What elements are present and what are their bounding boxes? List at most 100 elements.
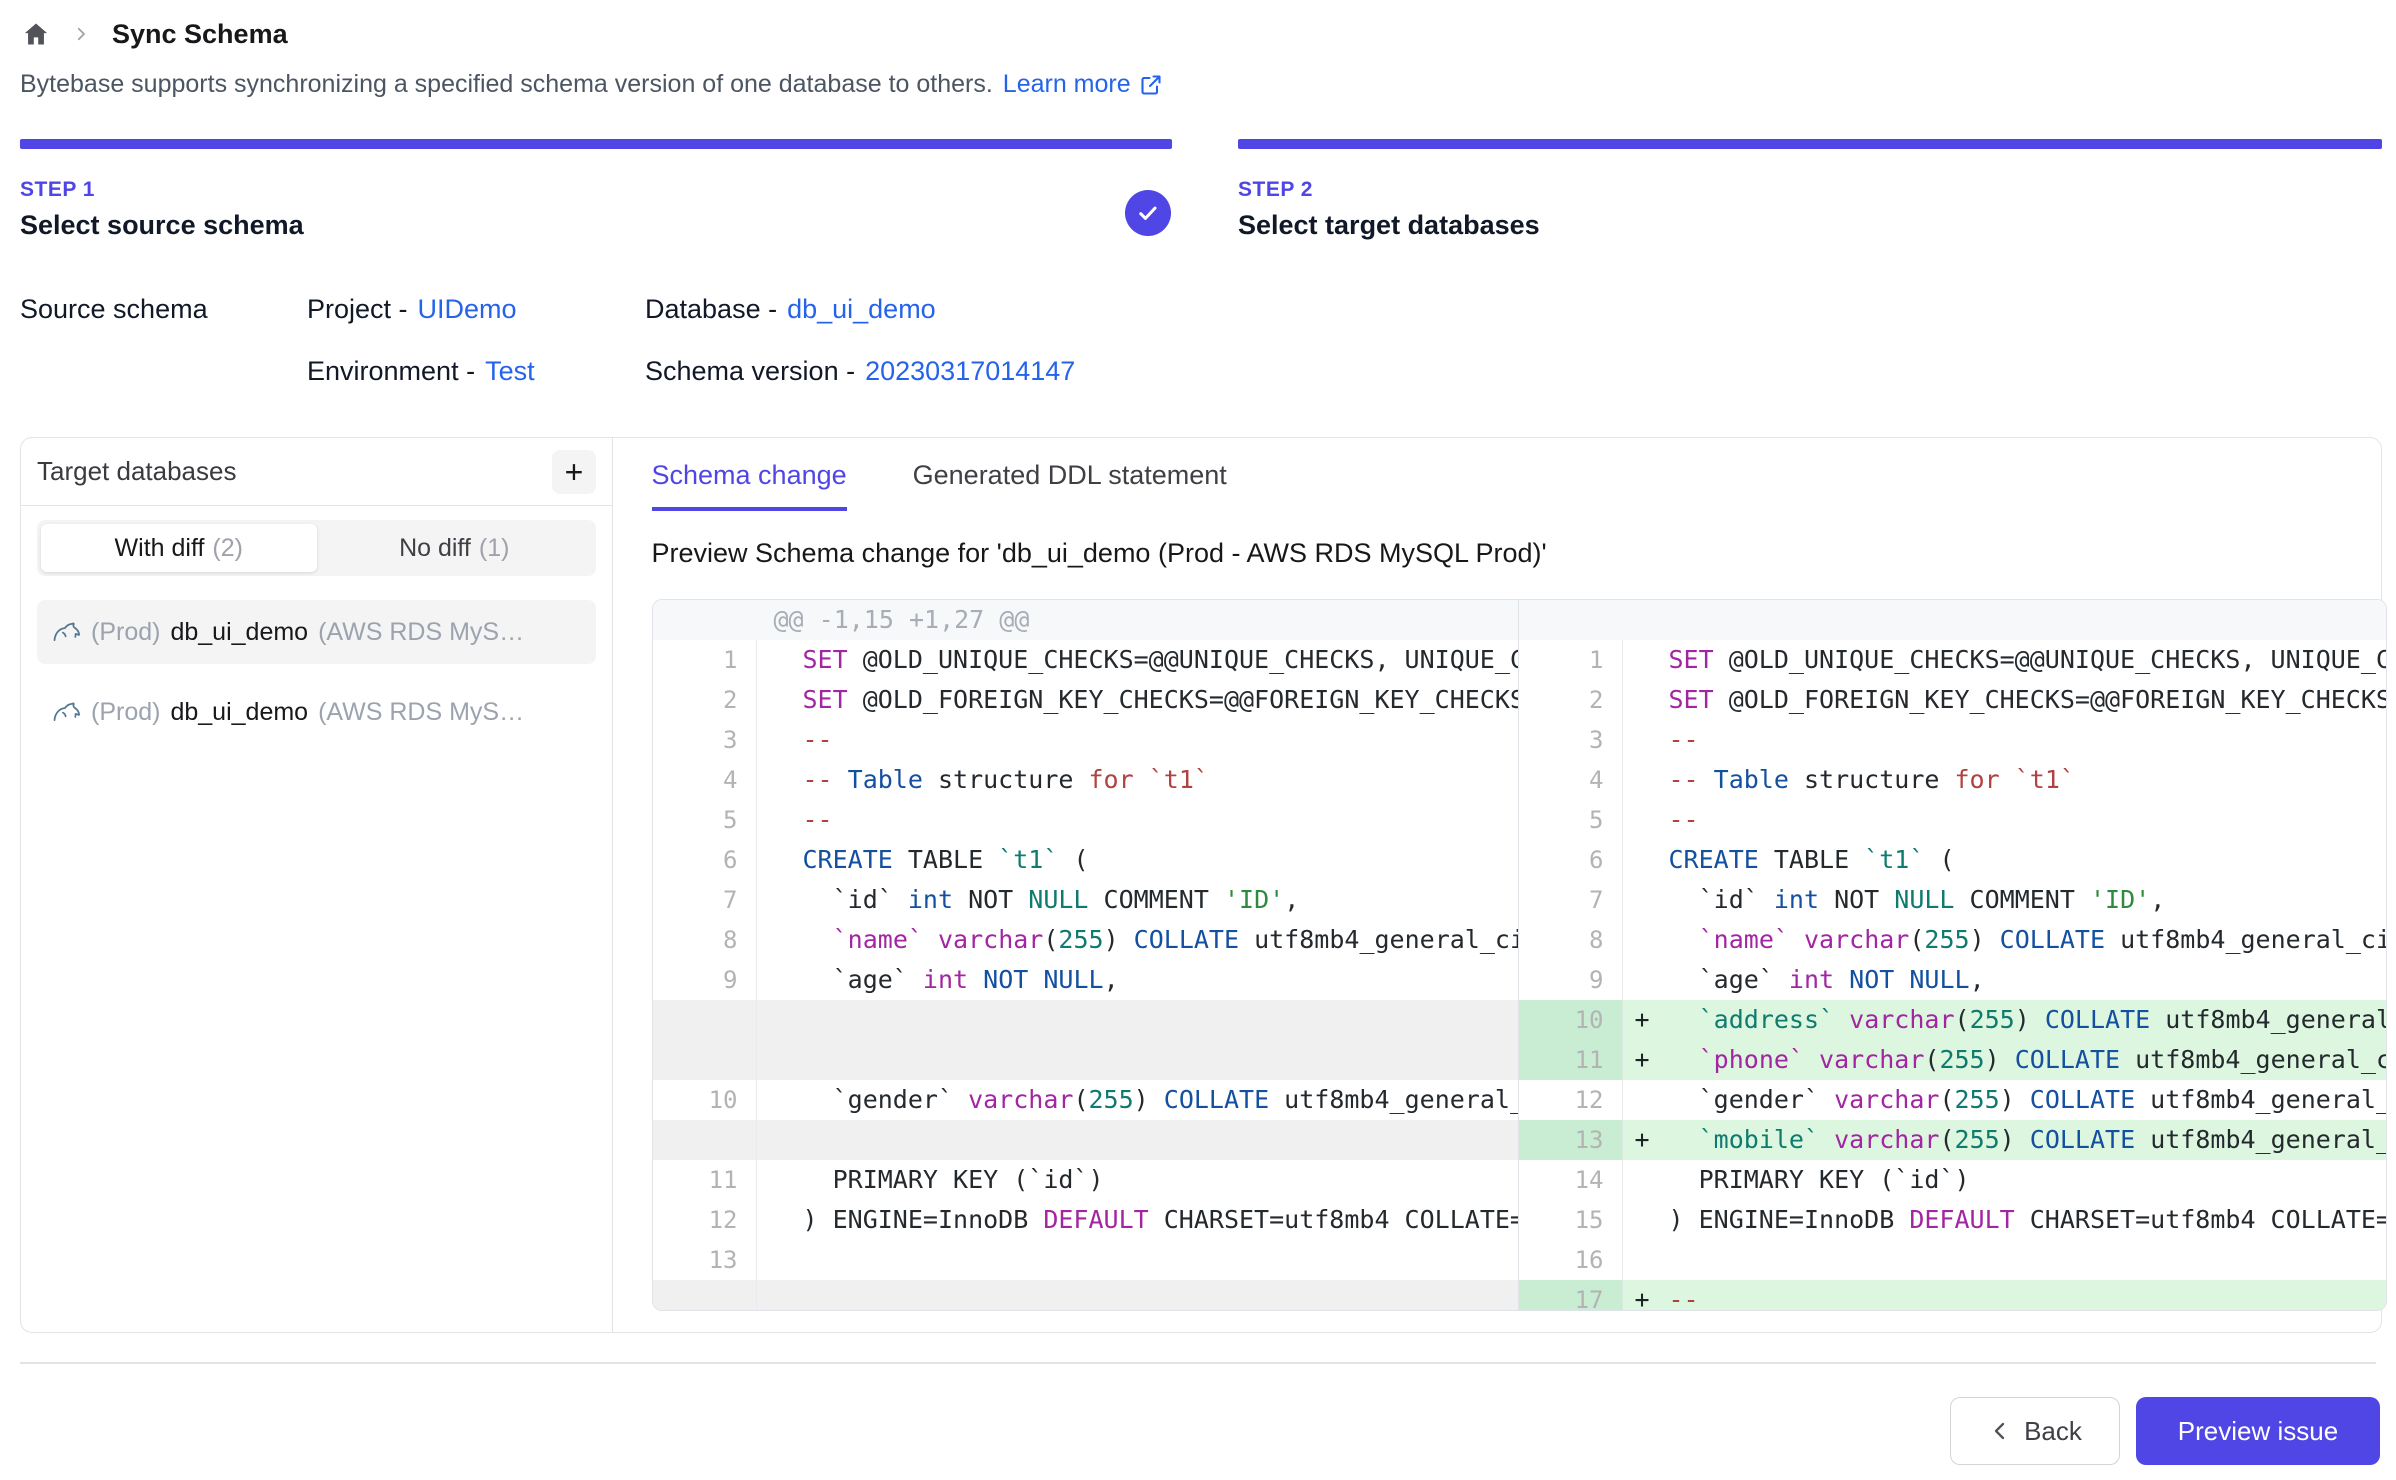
diff-line-number: 1 [653, 640, 757, 680]
diff-change-marker [757, 760, 803, 800]
diff-code-row: 9 `age` int NOT NULL, [1519, 960, 2386, 1000]
diff-code-text: SET @OLD_FOREIGN_KEY_CHECKS=@@FOREIGN_KE… [803, 680, 1518, 720]
diff-pane-source: @@ -1,15 +1,27 @@1 SET @OLD_UNIQUE_CHECKS… [653, 600, 1519, 1310]
target-database-item[interactable]: (Prod)db_ui_demo(AWS RDS MyS… [37, 680, 596, 744]
tab-schema-change[interactable]: Schema change [652, 460, 847, 511]
diff-change-marker [757, 1080, 803, 1120]
diff-line-number: 5 [653, 800, 757, 840]
diff-change-marker [757, 960, 803, 1000]
diff-change-marker [757, 640, 803, 680]
schema-change-content: Schema changeGenerated DDL statement Pre… [615, 438, 2382, 1332]
diff-code-text: SET @OLD_UNIQUE_CHECKS=@@UNIQUE_CHECKS, … [803, 640, 1518, 680]
diff-added-row: 11+ `phone` varchar(255) COLLATE utf8mb4… [1519, 1040, 2386, 1080]
diff-change-marker [757, 1240, 803, 1280]
diff-line-number: 7 [653, 880, 757, 920]
db-name: db_ui_demo [170, 618, 308, 647]
diff-code-row: 9 `age` int NOT NULL, [653, 960, 1518, 1000]
source-field-database: Database - db_ui_demo [645, 294, 936, 325]
diff-change-marker [757, 800, 803, 840]
diff-change-marker [1623, 720, 1669, 760]
source-field-schema-version: Schema version - 20230317014147 [645, 356, 1075, 387]
diff-code-row: 14 PRIMARY KEY (`id`) [1519, 1160, 2386, 1200]
project-link[interactable]: UIDemo [418, 294, 517, 325]
target-databases-title: Target databases [37, 456, 236, 487]
database-link[interactable]: db_ui_demo [787, 294, 936, 325]
diff-code-text: -- Table structure for `t1` [1669, 760, 2386, 800]
diff-gap-row [653, 1280, 1518, 1310]
diff-line-number: 8 [1519, 920, 1623, 960]
step1-progress-bar [20, 139, 1172, 149]
learn-more-link[interactable]: Learn more [1003, 70, 1163, 99]
target-databases-panel: Target databases + With diff(2)No diff(1… [21, 438, 613, 1332]
diff-code-text: PRIMARY KEY (`id`) [1669, 1160, 2386, 1200]
diff-change-marker [1623, 960, 1669, 1000]
diff-code-text: `gender` varchar(255) COLLATE utf8mb4_ge… [1669, 1080, 2386, 1120]
tab-generated-ddl-statement[interactable]: Generated DDL statement [913, 460, 1227, 511]
diff-change-marker [757, 840, 803, 880]
diff-code-row: 1SET @OLD_UNIQUE_CHECKS=@@UNIQUE_CHECKS,… [1519, 640, 2386, 680]
diff-code-row: 5-- [1519, 800, 2386, 840]
home-icon[interactable] [22, 20, 50, 48]
footer-divider [20, 1362, 2376, 1364]
diff-code-row: 6CREATE TABLE `t1` ( [1519, 840, 2386, 880]
step1-label: STEP 1 [20, 178, 304, 202]
diff-line-number: 17 [1519, 1280, 1623, 1310]
target-database-item[interactable]: (Prod)db_ui_demo(AWS RDS MyS… [37, 600, 596, 664]
diff-line-number: 2 [653, 680, 757, 720]
diff-change-marker [1623, 1080, 1669, 1120]
diff-hunk-header: @@ -1,15 +1,27 @@ [653, 600, 1518, 640]
filter-tab-no-diff[interactable]: No diff(1) [317, 524, 593, 572]
diff-code-row: 4-- Table structure for `t1` [653, 760, 1518, 800]
diff-code-row: 3-- [653, 720, 1518, 760]
diff-code-text: `age` int NOT NULL, [1669, 960, 2386, 1000]
diff-added-row: 10+ `address` varchar(255) COLLATE utf8m… [1519, 1000, 2386, 1040]
diff-change-marker: + [1623, 1120, 1669, 1160]
schema-version-link[interactable]: 20230317014147 [865, 356, 1075, 387]
diff-line-number: 1 [1519, 640, 1623, 680]
diff-code-text: `age` int NOT NULL, [803, 960, 1518, 1000]
diff-code-row: 1 SET @OLD_UNIQUE_CHECKS=@@UNIQUE_CHECKS,… [653, 640, 1518, 680]
diff-change-marker [757, 920, 803, 960]
diff-line-number: 15 [1519, 1200, 1623, 1240]
diff-hunk-header [1519, 600, 2386, 640]
diff-line-number: 12 [653, 1200, 757, 1240]
diff-code-text: -- [803, 800, 1518, 840]
diff-change-marker [757, 680, 803, 720]
mysql-dolphin-icon [51, 617, 81, 647]
filter-tab-with-diff[interactable]: With diff(2) [41, 524, 317, 572]
diff-line-number: 10 [1519, 1000, 1623, 1040]
diff-code-text: `phone` varchar(255) COLLATE utf8mb4_gen… [1669, 1040, 2386, 1080]
step2-progress-bar [1238, 139, 2382, 149]
step2-title: Select target databases [1238, 210, 1540, 241]
diff-code-text: -- Table structure for `t1` [803, 760, 1518, 800]
back-button[interactable]: Back [1950, 1397, 2120, 1465]
environment-link[interactable]: Test [485, 356, 535, 387]
diff-line-number: 9 [1519, 960, 1623, 1000]
diff-code-text: `address` varchar(255) COLLATE utf8mb4_g… [1669, 1000, 2386, 1040]
diff-change-marker [1623, 880, 1669, 920]
target-databases-header: Target databases + [21, 438, 612, 506]
diff-code-text: ) ENGINE=InnoDB DEFAULT CHARSET=utf8mb4 … [1669, 1200, 2386, 1240]
schema-diff-view[interactable]: @@ -1,15 +1,27 @@1SET @OLD_UNIQUE_CHECKS… [652, 599, 2387, 1311]
diff-code-row: 7 `id` int NOT NULL COMMENT 'ID', [1519, 880, 2386, 920]
diff-code-row: 12) ENGINE=InnoDB DEFAULT CHARSET=utf8mb… [653, 1200, 1518, 1240]
diff-code-row: 11 PRIMARY KEY (`id`) [653, 1160, 1518, 1200]
diff-code-row: 12 `gender` varchar(255) COLLATE utf8mb4… [1519, 1080, 2386, 1120]
diff-code-text: `name` varchar(255) COLLATE utf8mb4_gene… [1669, 920, 2386, 960]
diff-change-marker [1623, 1240, 1669, 1280]
step2-label: STEP 2 [1238, 178, 1540, 202]
add-target-database-button[interactable]: + [552, 450, 596, 494]
source-field-project: Project - UIDemo [307, 294, 645, 325]
diff-change-marker [1623, 760, 1669, 800]
diff-code-row: 7 `id` int NOT NULL COMMENT 'ID', [653, 880, 1518, 920]
diff-code-text: `gender` varchar(255) COLLATE utf8mb4_ge… [803, 1080, 1518, 1120]
diff-change-marker [1623, 640, 1669, 680]
preview-issue-button[interactable]: Preview issue [2136, 1397, 2380, 1465]
diff-line-number: 10 [653, 1080, 757, 1120]
diff-code-text [803, 1240, 1518, 1280]
diff-code-row: 4-- Table structure for `t1` [1519, 760, 2386, 800]
diff-line-number: 14 [1519, 1160, 1623, 1200]
diff-pane-target: 1SET @OLD_UNIQUE_CHECKS=@@UNIQUE_CHECKS,… [1519, 600, 2386, 1310]
diff-code-text: SET @OLD_FOREIGN_KEY_CHECKS=@@FOREIGN_KE… [1669, 680, 2386, 720]
diff-change-marker: + [1623, 1000, 1669, 1040]
